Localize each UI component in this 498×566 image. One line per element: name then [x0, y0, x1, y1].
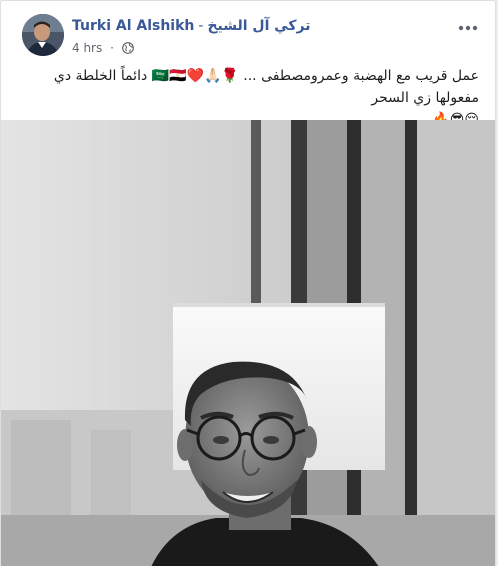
post-card: Turki Al Alshikh - تركي آل الشيخ 4 hrs · ع… [0, 0, 496, 566]
more-options-icon[interactable] [456, 20, 480, 36]
post-photo[interactable] [1, 120, 495, 566]
meta-separator: · [110, 40, 114, 55]
photo-image [1, 120, 495, 566]
post-header: Turki Al Alshikh - تركي آل الشيخ 4 hrs · [12, 12, 484, 60]
author-avatar[interactable] [22, 14, 64, 56]
post-text-line-1: عمل قريب مع الهضبة وعمرومصطفى ... 🌹🙏🏻❤️🇸… [53, 68, 479, 106]
avatar-image [22, 14, 64, 56]
author-name-english[interactable]: Turki Al Alshikh [72, 18, 194, 34]
post-timestamp[interactable]: 4 hrs [72, 41, 102, 55]
author-name-arabic[interactable]: تركي آل الشيخ [207, 18, 310, 34]
post-meta: 4 hrs · [72, 40, 134, 55]
globe-icon[interactable] [121, 41, 134, 54]
author-name-separator: - [198, 18, 204, 34]
author-name-row: Turki Al Alshikh - تركي آل الشيخ [72, 18, 311, 34]
